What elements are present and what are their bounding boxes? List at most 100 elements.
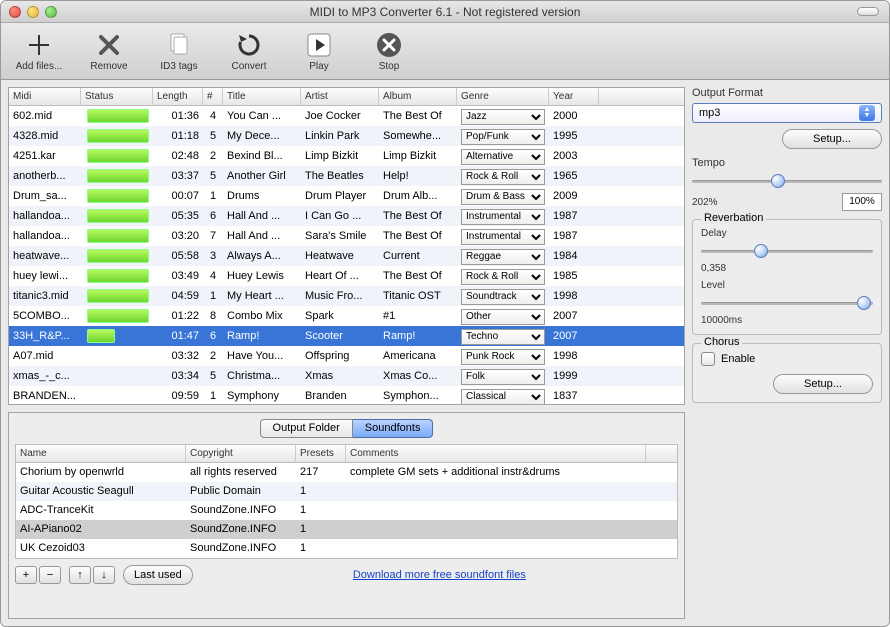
cell-genre[interactable]: Folk (457, 366, 549, 386)
genre-select[interactable]: Instrumental (461, 209, 545, 225)
genre-select[interactable]: Rock & Roll (461, 269, 545, 285)
level-slider[interactable] (701, 295, 873, 311)
column-header[interactable]: Album (379, 88, 457, 106)
cell-genre[interactable]: Soundtrack (457, 286, 549, 306)
cell-genre[interactable]: Punk Rock (457, 346, 549, 366)
cell-album: Xmas Co... (379, 366, 457, 386)
table-row[interactable]: heatwave...05:583Always A...HeatwaveCurr… (9, 246, 684, 266)
cell-n: 5 (203, 166, 223, 186)
sf-last-used-button[interactable]: Last used (123, 565, 193, 585)
cell-midi: 5COMBO... (9, 306, 81, 326)
cell-album: Drum Alb... (379, 186, 457, 206)
genre-select[interactable]: Alternative (461, 149, 545, 165)
sf-cell-copyright: SoundZone.INFO (186, 520, 296, 539)
table-row[interactable]: anotherb...03:375Another GirlThe Beatles… (9, 166, 684, 186)
table-row[interactable]: Drum_sa...00:071DrumsDrum PlayerDrum Alb… (9, 186, 684, 206)
tempo-reset-button[interactable]: 100% (842, 193, 882, 211)
cell-genre[interactable]: Rock & Roll (457, 166, 549, 186)
column-header[interactable]: Year (549, 88, 599, 106)
table-row[interactable]: 602.mid01:364You Can ...Joe CockerThe Be… (9, 106, 684, 126)
delay-slider[interactable] (701, 243, 873, 259)
table-row[interactable]: hallandoa...03:207Hall And ...Sara's Smi… (9, 226, 684, 246)
toolbar-convert-button[interactable]: Convert (219, 30, 279, 72)
column-header[interactable]: Status (81, 88, 153, 106)
cell-genre[interactable]: Other (457, 306, 549, 326)
cell-genre[interactable]: Techno (457, 326, 549, 346)
chorus-setup-button[interactable]: Setup... (773, 374, 873, 394)
tab-soundfonts[interactable]: Soundfonts (353, 419, 434, 438)
delay-value: 0,358 (701, 263, 873, 274)
table-row[interactable]: BRANDEN...09:591SymphonyBrandenSymphon..… (9, 386, 684, 404)
cell-genre[interactable]: Alternative (457, 146, 549, 166)
output-format-select[interactable]: mp3 ▲▼ (692, 103, 882, 123)
sf-column-header[interactable]: Presets (296, 445, 346, 463)
toolbar-stop-button[interactable]: Stop (359, 30, 419, 72)
cell-length: 01:36 (153, 106, 203, 126)
toolbar-id3-tags-button[interactable]: ID3 tags (149, 30, 209, 72)
tempo-slider[interactable] (692, 173, 882, 189)
toolbar-pill-button[interactable] (857, 7, 879, 16)
toolbar-remove-button[interactable]: Remove (79, 30, 139, 72)
table-row[interactable]: titanic3.mid04:591My Heart ...Music Fro.… (9, 286, 684, 306)
cell-genre[interactable]: Instrumental (457, 206, 549, 226)
column-header[interactable]: Title (223, 88, 301, 106)
table-row[interactable]: huey lewi...03:494Huey LewisHeart Of ...… (9, 266, 684, 286)
cell-genre[interactable]: Jazz (457, 106, 549, 126)
download-soundfonts-link[interactable]: Download more free soundfont files (353, 569, 526, 581)
column-header[interactable]: # (203, 88, 223, 106)
sf-column-header[interactable]: Comments (346, 445, 646, 463)
sf-column-header[interactable]: Copyright (186, 445, 296, 463)
table-row[interactable]: xmas_-_c...03:345Christma...XmasXmas Co.… (9, 366, 684, 386)
sf-column-header[interactable]: Name (16, 445, 186, 463)
genre-select[interactable]: Soundtrack (461, 289, 545, 305)
sf-cell-name: ADC-TranceKit (16, 501, 186, 520)
cell-genre[interactable]: Rock & Roll (457, 266, 549, 286)
reverb-section: Reverbation Delay 0,358 Level 10000ms (692, 219, 882, 335)
table-row[interactable]: 33H_R&P...01:476Ramp!ScooterRamp!Techno2… (9, 326, 684, 346)
column-header[interactable]: Midi (9, 88, 81, 106)
genre-select[interactable]: Punk Rock (461, 349, 545, 365)
genre-select[interactable]: Pop/Funk (461, 129, 545, 145)
sf-table-row[interactable]: AI-APiano02SoundZone.INFO1 (16, 520, 677, 539)
cell-genre[interactable]: Reggae (457, 246, 549, 266)
sf-remove-button[interactable]: − (39, 566, 61, 584)
cell-genre[interactable]: Pop/Funk (457, 126, 549, 146)
sf-cell-comments (346, 501, 646, 520)
genre-select[interactable]: Techno (461, 329, 545, 345)
column-header[interactable]: Genre (457, 88, 549, 106)
sf-cell-comments: complete GM sets + additional instr&drum… (346, 463, 646, 482)
tab-output-folder[interactable]: Output Folder (260, 419, 353, 438)
cell-genre[interactable]: Drum & Bass (457, 186, 549, 206)
table-row[interactable]: hallandoa...05:356Hall And ...I Can Go .… (9, 206, 684, 226)
genre-select[interactable]: Drum & Bass (461, 189, 545, 205)
toolbar-play-button[interactable]: Play (289, 30, 349, 72)
genre-select[interactable]: Rock & Roll (461, 169, 545, 185)
output-format-setup-button[interactable]: Setup... (782, 129, 882, 149)
table-row[interactable]: A07.mid03:322Have You...OffspringAmerica… (9, 346, 684, 366)
table-row[interactable]: 5COMBO...01:228Combo MixSpark#1Other2007 (9, 306, 684, 326)
chorus-enable-checkbox[interactable] (701, 352, 715, 366)
column-header[interactable]: Length (153, 88, 203, 106)
sf-move-up-button[interactable]: ↑ (69, 566, 91, 584)
genre-select[interactable]: Folk (461, 369, 545, 385)
genre-select[interactable]: Reggae (461, 249, 545, 265)
sf-table-row[interactable]: Guitar Acoustic SeagullPublic Domain1 (16, 482, 677, 501)
sf-move-down-button[interactable]: ↓ (93, 566, 115, 584)
table-row[interactable]: 4251.kar02:482Bexind Bl...Limp BizkitLim… (9, 146, 684, 166)
cell-genre[interactable]: Classical (457, 386, 549, 404)
column-header[interactable]: Artist (301, 88, 379, 106)
sf-table-row[interactable]: Chorium by openwrldall rights reserved21… (16, 463, 677, 482)
genre-select[interactable]: Other (461, 309, 545, 325)
genre-select[interactable]: Instrumental (461, 229, 545, 245)
sf-table-row[interactable]: UK Cezoid03SoundZone.INFO1 (16, 539, 677, 558)
sf-add-button[interactable]: + (15, 566, 37, 584)
table-row[interactable]: 4328.mid01:185My Dece...Linkin ParkSomew… (9, 126, 684, 146)
genre-select[interactable]: Classical (461, 389, 545, 405)
sf-table-row[interactable]: ADC-TranceKitSoundZone.INFO1 (16, 501, 677, 520)
cell-artist: Sara's Smile (301, 226, 379, 246)
toolbar-add-files-button[interactable]: Add files... (9, 30, 69, 72)
genre-select[interactable]: Jazz (461, 109, 545, 125)
cell-genre[interactable]: Instrumental (457, 226, 549, 246)
cell-midi: 33H_R&P... (9, 326, 81, 346)
cell-status (81, 146, 153, 166)
